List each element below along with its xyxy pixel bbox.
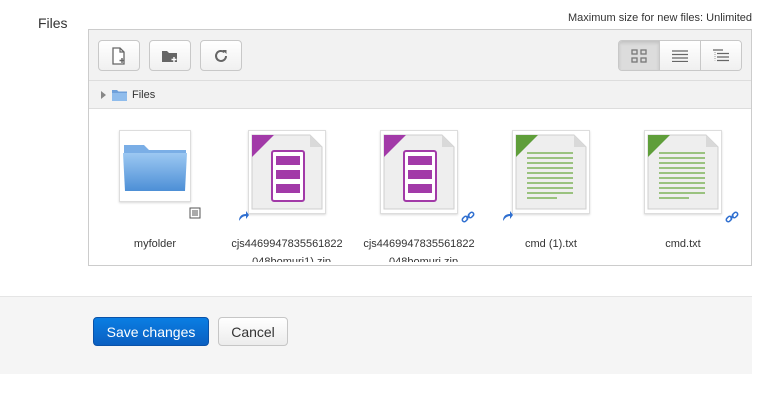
file-name[interactable]: cjs4469947835561822 [353, 238, 485, 250]
alias-icon [239, 211, 249, 221]
file-name[interactable]: cjs4469947835561822 [221, 238, 353, 250]
create-folder-icon [162, 50, 177, 62]
file-thumbnail[interactable] [380, 130, 458, 214]
tree-view-icon [713, 49, 729, 62]
refresh-icon [215, 49, 227, 62]
create-folder-button[interactable] [149, 40, 191, 71]
file-name[interactable]: cmd (1).txt [485, 238, 617, 250]
view-tree-button[interactable] [700, 41, 741, 70]
file-manager: Files myfolder cjs4469947835561822 ...04… [88, 29, 752, 266]
view-icons-button[interactable] [619, 41, 659, 70]
file-manager-toolbar [89, 30, 751, 81]
add-file-button[interactable] [98, 40, 140, 71]
folder-thumbnail[interactable] [119, 130, 191, 202]
file-item[interactable]: cmd.txt [617, 130, 749, 265]
path-current[interactable]: Files [132, 89, 155, 101]
path-breadcrumb: Files [89, 81, 751, 109]
file-thumbnail[interactable] [512, 130, 590, 214]
add-file-icon [112, 46, 125, 65]
file-name-continued: ...048bomuri.zip [379, 256, 459, 262]
file-name-continued: ...048bomuri1).zip [242, 256, 332, 262]
file-item[interactable]: cjs4469947835561822 ...048bomuri.zip [353, 130, 485, 265]
file-name[interactable]: myfolder [89, 238, 221, 250]
icons-view-icon [631, 48, 647, 63]
text-file-icon [647, 134, 719, 210]
archive-file-icon [251, 134, 323, 210]
details-icon[interactable] [189, 207, 201, 219]
refresh-button[interactable] [200, 40, 242, 71]
save-changes-button[interactable]: Save changes [93, 317, 209, 346]
view-mode-switcher [618, 40, 742, 71]
alias-icon [503, 211, 513, 221]
file-thumbnail[interactable] [248, 130, 326, 214]
cancel-button[interactable]: Cancel [218, 317, 288, 346]
file-thumbnail[interactable] [644, 130, 722, 214]
view-list-button[interactable] [659, 41, 700, 70]
link-icon [725, 211, 739, 223]
file-item[interactable]: cjs4469947835561822 ...048bomuri1).zip [221, 130, 353, 265]
link-icon [461, 211, 475, 223]
list-view-icon [672, 49, 688, 62]
expand-triangle-icon[interactable] [101, 90, 106, 99]
file-item[interactable]: cmd (1).txt [485, 130, 617, 265]
form-actions: Save changes Cancel [0, 296, 752, 374]
file-item[interactable]: myfolder [89, 130, 221, 265]
file-name[interactable]: cmd.txt [617, 238, 749, 250]
text-file-icon [515, 134, 587, 210]
files-field-label: Files [38, 15, 68, 31]
max-size-note: Maximum size for new files: Unlimited [568, 12, 752, 24]
archive-file-icon [383, 134, 455, 210]
folder-icon [112, 89, 127, 101]
folder-icon [123, 145, 187, 191]
